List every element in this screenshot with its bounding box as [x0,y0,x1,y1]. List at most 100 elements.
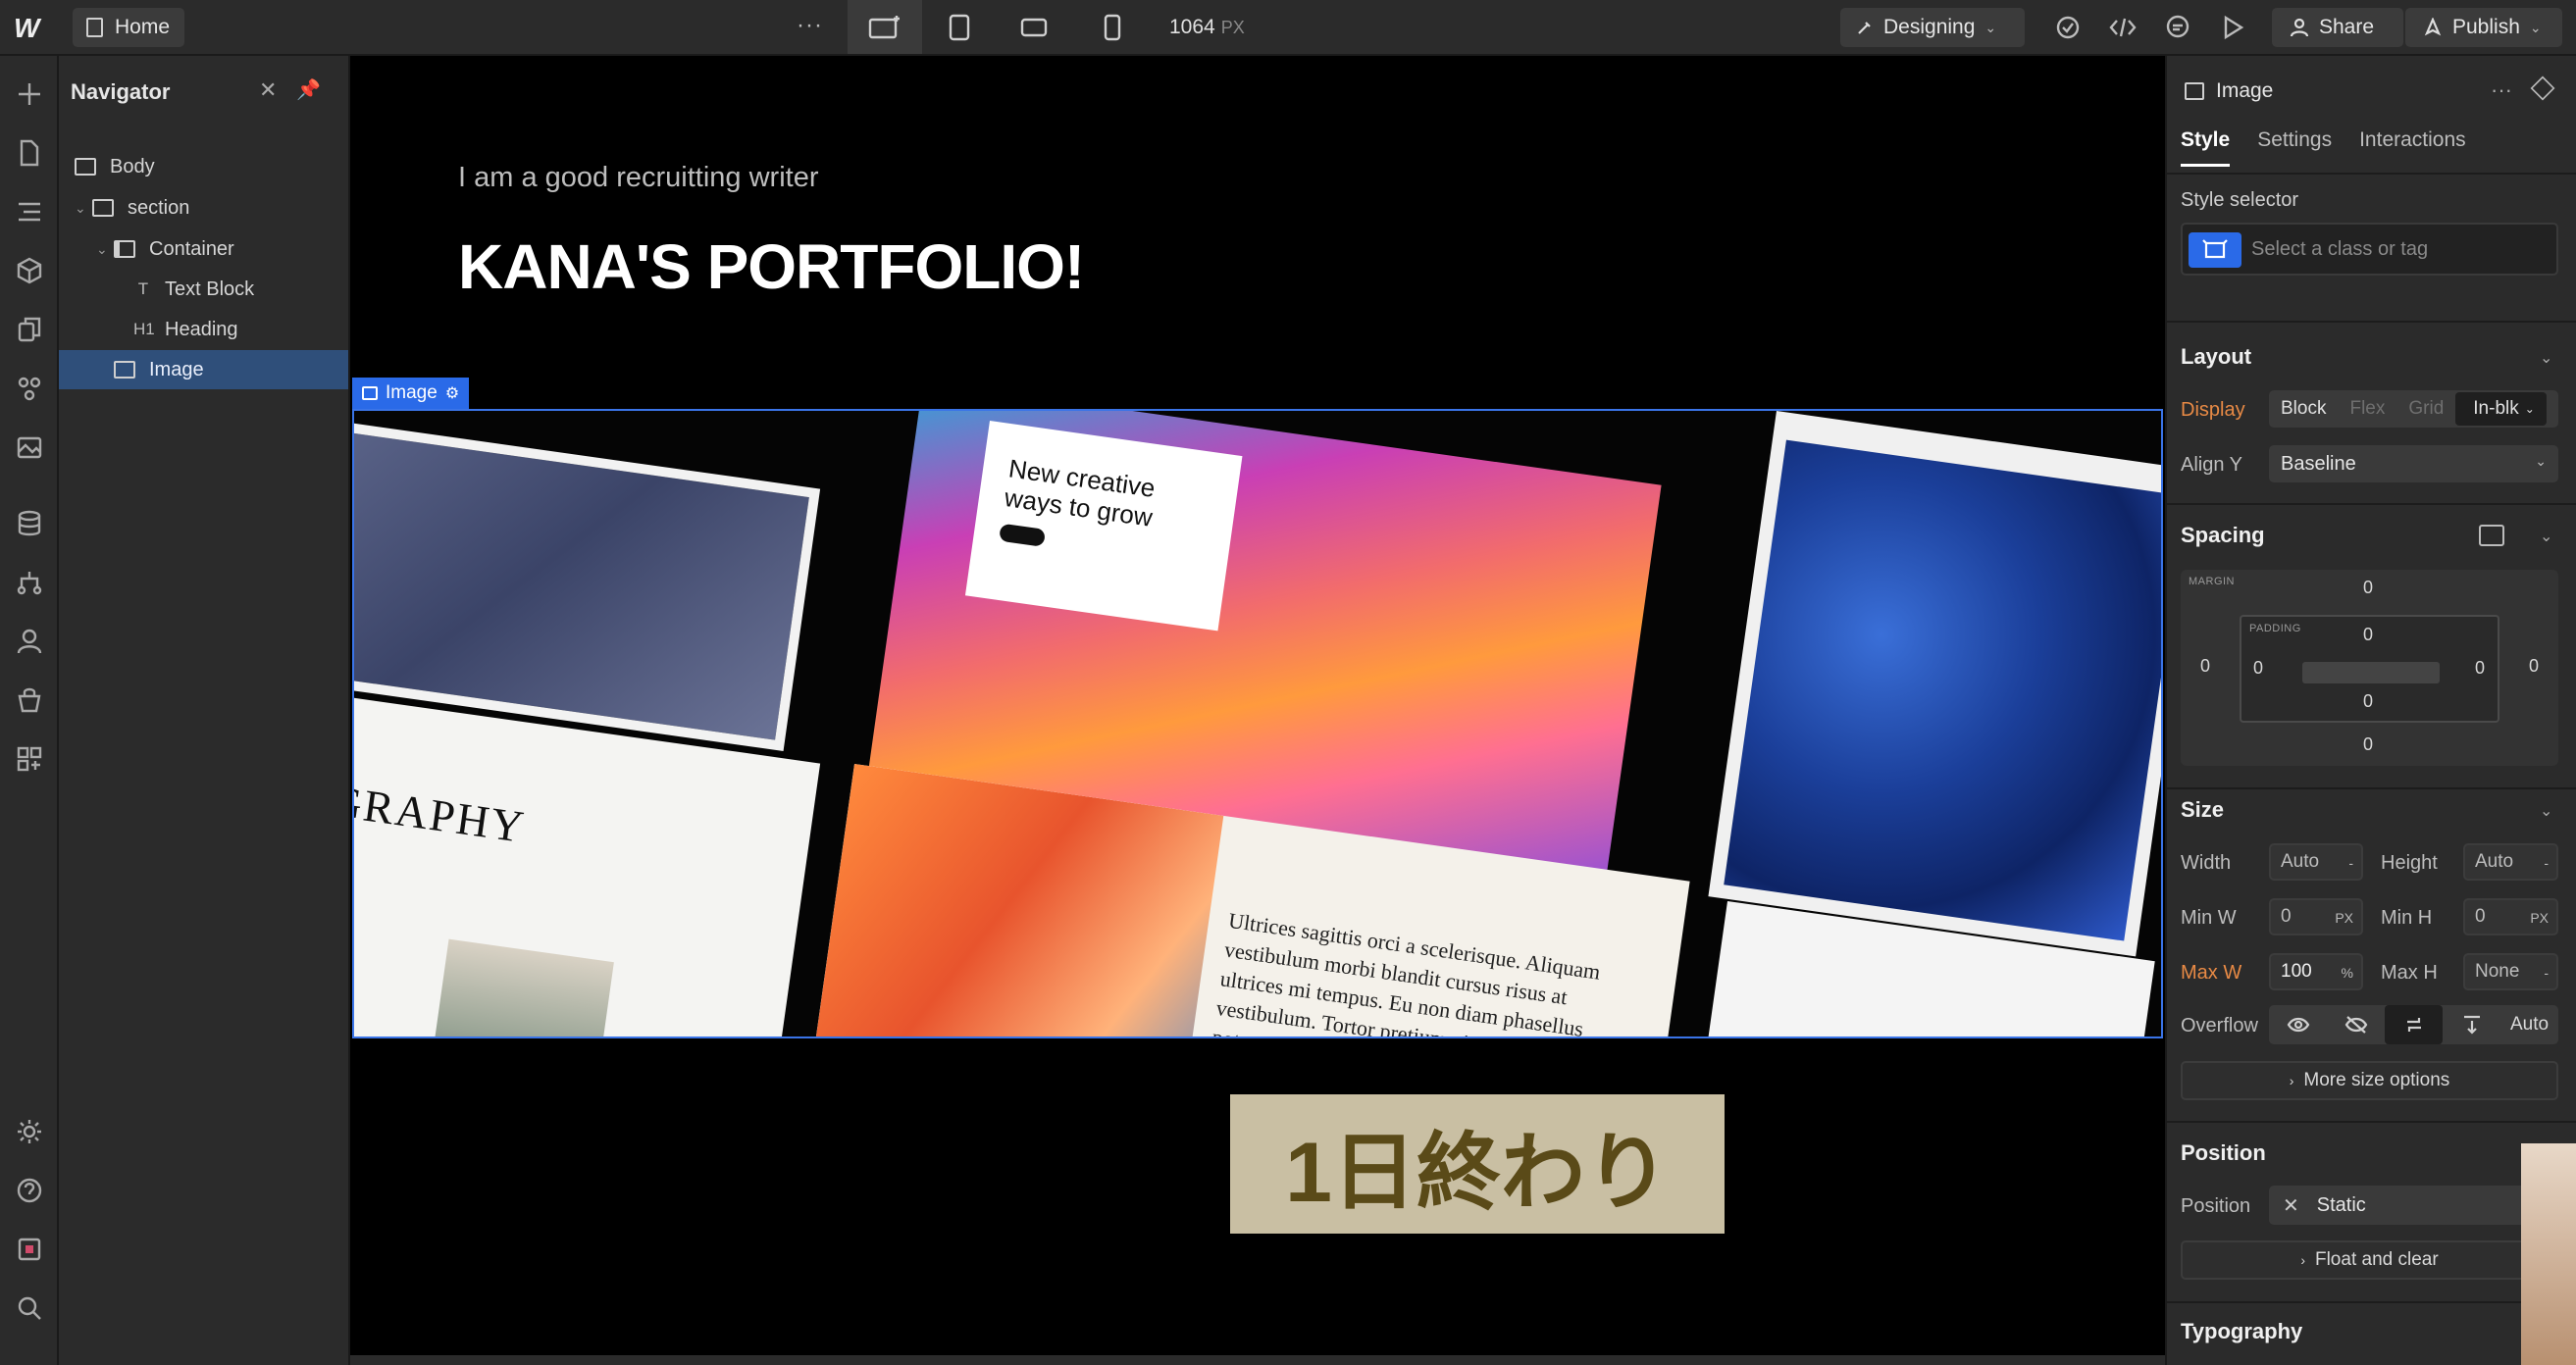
min-height-unit[interactable]: PX [2530,910,2549,926]
canvas-subtitle[interactable]: I am a good recruitting writer [458,162,818,194]
portfolio-image[interactable]: New creative ways to grow GRAPHY Ultrice… [352,409,2163,1038]
display-inline-block-option[interactable]: In-blk ⌄ [2455,392,2547,426]
overflow-scroll-option[interactable] [2385,1005,2443,1044]
display-flex-option[interactable]: Flex [2338,398,2396,420]
variables-icon[interactable] [11,370,48,407]
overflow-hidden-option[interactable] [2327,1005,2385,1044]
margin-left-value[interactable]: 0 [2200,656,2210,677]
record-icon[interactable] [11,1231,48,1268]
component-icon[interactable] [2530,76,2555,101]
overflow-visible-option[interactable] [2269,1005,2327,1044]
chevron-down-icon[interactable]: ⌄ [2540,801,2552,821]
chevron-down-icon[interactable]: ⌄ [2540,348,2552,368]
max-width-unit[interactable]: % [2342,965,2353,981]
close-icon[interactable]: ✕ [259,77,277,103]
spacing-link-icon[interactable] [2479,525,2504,546]
position-select[interactable]: ✕ Static [2269,1186,2558,1225]
preview-play-icon[interactable] [2217,12,2248,43]
min-width-input[interactable]: 0 PX [2269,898,2363,935]
tab-interactions[interactable]: Interactions [2359,128,2466,167]
max-width-input[interactable]: 100% [2269,953,2363,990]
code-icon[interactable] [2107,12,2138,43]
share-button[interactable]: Share [2272,8,2403,47]
tree-item-body[interactable]: Body [59,147,348,186]
tablet-icon [949,14,970,40]
tree-item-section[interactable]: ⌄ section [59,188,348,228]
components-icon[interactable] [11,252,48,289]
layout-section-title[interactable]: Layout [2181,344,2251,370]
tab-settings[interactable]: Settings [2257,128,2332,167]
more-options-icon[interactable]: ··· [2491,77,2512,103]
breakpoint-desktop-button[interactable] [848,0,922,54]
settings-gear-icon[interactable] [11,1113,48,1150]
navigator-icon[interactable] [11,193,48,230]
float-and-clear-button[interactable]: › Float and clear [2181,1240,2558,1280]
min-height-input[interactable]: 0 PX [2463,898,2558,935]
size-section-title[interactable]: Size [2181,797,2224,823]
selected-element-tag[interactable]: Image ⚙ [352,378,470,409]
tree-item-label: Container [149,237,234,260]
padding-box: PADDING 0 0 0 0 [2240,615,2499,723]
chevron-down-icon[interactable]: ⌄ [96,241,114,258]
height-input[interactable]: Auto - [2463,843,2558,881]
divider [2167,1121,2576,1123]
height-label: Height [2381,852,2438,874]
webflow-logo[interactable]: W [14,13,47,43]
tree-item-container[interactable]: ⌄ Container [59,229,348,269]
users-icon[interactable] [11,623,48,660]
more-size-options-button[interactable]: › More size options [2181,1061,2558,1100]
chevron-down-icon[interactable]: ⌄ [75,200,92,217]
margin-bottom-value[interactable]: 0 [2363,734,2373,755]
canvas-heading[interactable]: KANA'S PORTFOLIO! [458,230,1085,303]
width-input[interactable]: Auto - [2269,843,2363,881]
assets-icon[interactable] [11,429,48,466]
audit-check-icon[interactable] [2052,12,2084,43]
chevron-down-icon[interactable]: ⌄ [2540,527,2552,546]
overflow-clip-option[interactable] [2443,1005,2500,1044]
display-block-option[interactable]: Block [2269,398,2338,420]
padding-top-value[interactable]: 0 [2363,625,2373,645]
min-width-unit[interactable]: PX [2335,910,2353,926]
margin-right-value[interactable]: 0 [2529,656,2539,677]
help-icon[interactable] [11,1172,48,1209]
designing-mode-button[interactable]: Designing ⌄ [1840,8,2025,47]
more-size-options-label: More size options [2303,1070,2450,1090]
max-height-input[interactable]: None - [2463,953,2558,990]
breakpoint-landscape-button[interactable] [997,0,1071,54]
search-icon[interactable] [11,1289,48,1327]
typography-section-title[interactable]: Typography [2181,1319,2302,1344]
publish-button[interactable]: Publish ⌄ [2405,8,2562,47]
style-selector-input[interactable]: Select a class or tag [2181,223,2558,276]
breakpoint-tablet-button[interactable] [922,0,997,54]
pages-icon[interactable] [11,134,48,172]
tab-style[interactable]: Style [2181,128,2231,167]
divider [2167,173,2576,175]
creative-card-tile: New creative ways to grow [964,421,1243,632]
padding-right-value[interactable]: 0 [2475,658,2485,679]
gear-icon[interactable]: ⚙ [445,383,459,403]
position-section-title[interactable]: Position [2181,1140,2266,1166]
max-height-label: Max H [2381,962,2438,984]
pin-icon[interactable]: 📌 [296,77,321,102]
style-selectors-icon[interactable] [11,311,48,348]
breakpoint-portrait-button[interactable] [1075,0,1150,54]
display-grid-option[interactable]: Grid [2396,398,2455,420]
cms-icon[interactable] [11,505,48,542]
tree-item-text-block[interactable]: T Text Block [59,270,348,309]
padding-bottom-value[interactable]: 0 [2363,691,2373,712]
tree-item-heading[interactable]: H1 Heading [59,310,348,349]
page-selector-button[interactable]: Home [73,8,184,47]
overflow-auto-option[interactable]: Auto [2500,1005,2558,1044]
logic-icon[interactable] [11,564,48,601]
comment-icon[interactable] [2162,12,2193,43]
add-element-icon[interactable] [11,76,48,113]
align-y-select[interactable]: Baseline ⌄ [2269,445,2558,482]
apps-icon[interactable] [11,740,48,778]
more-options-icon[interactable]: ··· [797,12,823,39]
tree-item-image[interactable]: Image [59,350,348,389]
design-canvas[interactable]: I am a good recruitting writer KANA'S PO… [350,56,2165,1355]
spacing-section-title[interactable]: Spacing [2181,523,2265,548]
padding-left-value[interactable]: 0 [2253,658,2263,679]
ecommerce-icon[interactable] [11,682,48,719]
margin-top-value[interactable]: 0 [2363,578,2373,598]
